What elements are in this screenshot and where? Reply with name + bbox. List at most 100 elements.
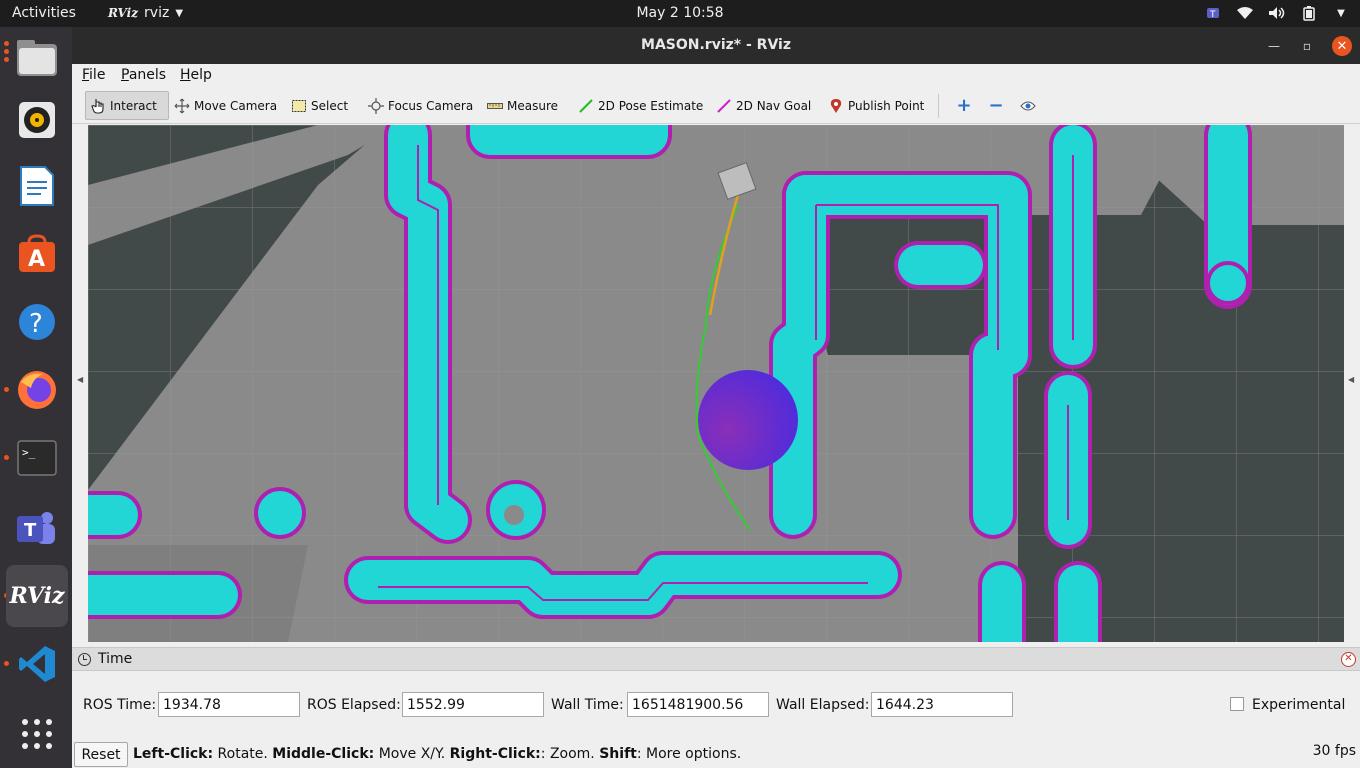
- goal-marker: [698, 370, 798, 470]
- menu-help[interactable]: Help: [180, 67, 212, 83]
- svg-text:T: T: [1209, 10, 1216, 20]
- time-panel-header: Time ✕: [72, 647, 1360, 671]
- show-applications-icon[interactable]: [6, 703, 68, 765]
- select-tool-button[interactable]: Select: [287, 91, 352, 120]
- battery-icon[interactable]: [1300, 4, 1318, 22]
- publish-point-label: Publish Point: [848, 98, 925, 113]
- clock-icon: [78, 653, 91, 666]
- render-view[interactable]: [88, 125, 1344, 642]
- window-title: MASON.rviz* - RViz: [641, 37, 791, 53]
- select-box-icon: [291, 98, 307, 114]
- status-hint: Left-Click: Rotate. Middle-Click: Move X…: [133, 746, 741, 762]
- ros-elapsed-label: ROS Elapsed:: [307, 697, 401, 713]
- tool-bar: Interact Move Camera Select Focus Camera…: [72, 88, 1360, 124]
- wifi-icon[interactable]: [1236, 4, 1254, 22]
- volume-icon[interactable]: [1268, 4, 1286, 22]
- measure-tool-button[interactable]: Measure: [483, 91, 562, 120]
- menu-file[interactable]: File: [82, 67, 105, 83]
- ruler-icon: [487, 98, 503, 114]
- middle-click-text: Move X/Y.: [374, 746, 450, 762]
- add-tool-button[interactable]: +: [952, 91, 976, 120]
- tool-properties-button[interactable]: [1016, 91, 1040, 120]
- vscode-icon[interactable]: [6, 633, 68, 695]
- rviz-dock-label: RViz: [9, 583, 65, 609]
- right-click-key: Right-Click:: [449, 746, 541, 762]
- select-label: Select: [311, 98, 349, 113]
- top-bar: Activities RViz rviz ▼ May 2 10:58 T ▼: [0, 0, 1360, 27]
- svg-text:>_: >_: [22, 446, 36, 459]
- focus-camera-tool-button[interactable]: Focus Camera: [364, 91, 477, 120]
- files-icon[interactable]: [6, 27, 68, 89]
- ros-elapsed-field[interactable]: [402, 692, 544, 717]
- move-arrows-icon: [174, 98, 190, 114]
- title-bar[interactable]: MASON.rviz* - RViz — ▫ ✕: [72, 27, 1360, 64]
- hand-pointer-icon: [90, 98, 106, 114]
- activities-button[interactable]: Activities: [12, 5, 76, 21]
- middle-click-key: Middle-Click:: [272, 746, 375, 762]
- maximize-button[interactable]: ▫: [1297, 36, 1317, 56]
- plus-icon: +: [956, 95, 972, 116]
- right-dock-collapse[interactable]: ◀: [1344, 125, 1360, 642]
- terminal-icon[interactable]: >_: [6, 427, 68, 489]
- publish-point-tool-button[interactable]: Publish Point: [824, 91, 928, 120]
- interact-tool-button[interactable]: Interact: [85, 91, 169, 120]
- app-menu[interactable]: RViz rviz ▼: [108, 5, 183, 21]
- wall-elapsed-field[interactable]: [871, 692, 1013, 717]
- libreoffice-writer-icon[interactable]: [6, 155, 68, 217]
- reset-button[interactable]: Reset: [74, 742, 128, 767]
- rviz-logo: RViz: [108, 6, 139, 20]
- close-button[interactable]: ✕: [1332, 36, 1352, 56]
- rhythmbox-icon[interactable]: [6, 89, 68, 151]
- right-click-text: : Zoom.: [540, 746, 600, 762]
- ros-time-field[interactable]: [158, 692, 300, 717]
- dock: A ? >_ T RViz: [0, 27, 72, 768]
- map-visualization: [88, 125, 1344, 642]
- rviz-window: MASON.rviz* - RViz — ▫ ✕ File Panels Hel…: [72, 27, 1360, 768]
- svg-text:?: ?: [29, 309, 43, 339]
- fps-counter: 30 fps: [1312, 743, 1356, 759]
- teams-icon[interactable]: T: [6, 497, 68, 559]
- shift-text: : More options.: [636, 746, 742, 762]
- menu-bar: File Panels Help: [72, 64, 1360, 88]
- close-panel-button[interactable]: ✕: [1341, 652, 1356, 667]
- experimental-label: Experimental: [1252, 697, 1346, 713]
- left-click-key: Left-Click:: [133, 746, 214, 762]
- minimize-button[interactable]: —: [1264, 36, 1284, 56]
- pose-estimate-label: 2D Pose Estimate: [598, 98, 704, 113]
- power-menu-icon[interactable]: ▼: [1332, 4, 1350, 22]
- help-icon[interactable]: ?: [6, 291, 68, 353]
- firefox-icon[interactable]: [6, 359, 68, 421]
- remove-tool-button[interactable]: −: [984, 91, 1008, 120]
- move-camera-tool-button[interactable]: Move Camera: [170, 91, 281, 120]
- rviz-icon[interactable]: RViz: [6, 565, 68, 627]
- interact-label: Interact: [110, 98, 157, 113]
- magenta-arrow-icon: [716, 98, 732, 114]
- green-arrow-icon: [578, 98, 594, 114]
- wall-elapsed-label: Wall Elapsed:: [776, 697, 870, 713]
- svg-text:T: T: [24, 520, 37, 541]
- map-pin-icon: [828, 98, 844, 114]
- left-click-text: Rotate.: [213, 746, 273, 762]
- wall-time-field[interactable]: [627, 692, 769, 717]
- measure-label: Measure: [507, 98, 558, 113]
- nav-goal-label: 2D Nav Goal: [736, 98, 812, 113]
- toolbar-divider: [938, 94, 939, 118]
- focus-camera-label: Focus Camera: [388, 98, 474, 113]
- menu-panels[interactable]: Panels: [121, 67, 166, 83]
- left-dock-collapse[interactable]: ◀: [72, 125, 88, 642]
- experimental-checkbox[interactable]: [1230, 697, 1244, 711]
- minus-icon: −: [988, 95, 1004, 116]
- wall-time-label: Wall Time:: [551, 697, 624, 713]
- chevron-down-icon: ▼: [175, 7, 184, 19]
- clock[interactable]: May 2 10:58: [0, 5, 1360, 21]
- svg-text:A: A: [28, 247, 45, 272]
- software-center-icon[interactable]: A: [6, 223, 68, 285]
- teams-tray-icon[interactable]: T: [1204, 4, 1222, 22]
- time-panel-title: Time: [98, 651, 133, 667]
- eye-icon: [1020, 98, 1036, 114]
- focus-target-icon: [368, 97, 384, 114]
- nav-goal-tool-button[interactable]: 2D Nav Goal: [712, 91, 815, 120]
- move-camera-label: Move Camera: [194, 98, 278, 113]
- time-panel: Time ✕ ROS Time: ROS Elapsed: Wall Time:…: [72, 647, 1360, 768]
- pose-estimate-tool-button[interactable]: 2D Pose Estimate: [574, 91, 707, 120]
